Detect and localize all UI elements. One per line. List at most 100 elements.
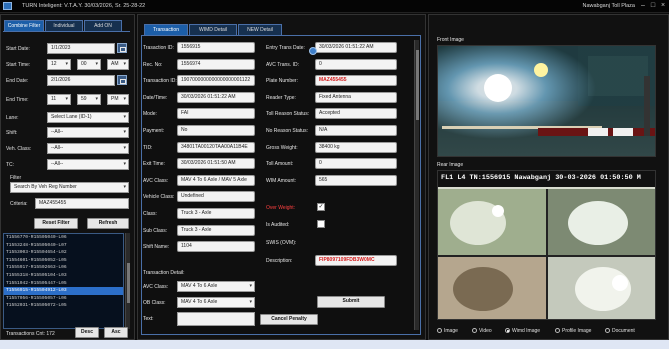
ob-class-select[interactable]: MAV 4 To 6 Axle ▾ xyxy=(177,297,255,308)
start-date-calendar-icon[interactable] xyxy=(117,43,127,53)
radio-dot-icon xyxy=(437,328,442,334)
ob-class-value: MAV 4 To 6 Axle xyxy=(181,299,218,305)
chevron-down-icon: ▾ xyxy=(65,96,68,102)
list-item-selected[interactable]: T1556915-R15504912-L03 xyxy=(4,287,123,295)
transaction-list[interactable]: T1556770-R15505040-L06 T1553248-R1550504… xyxy=(3,233,124,329)
detail-label: AVC Class: xyxy=(143,177,169,184)
tab-wimd-detail[interactable]: WIMD Detail xyxy=(189,24,237,35)
radio-dot-icon xyxy=(472,328,477,334)
detail-value: 0 xyxy=(315,158,397,170)
transaction-detail-label: Transaction Detail: xyxy=(143,270,185,276)
asc-button[interactable]: Asc xyxy=(104,327,128,338)
view-video-radio[interactable]: Video xyxy=(472,328,492,334)
list-item[interactable]: T1555318-R15505104-L03 xyxy=(4,272,123,280)
criteria-input[interactable]: MAZ455455 xyxy=(35,198,129,209)
over-weight-checkbox[interactable]: ✓ xyxy=(317,203,325,211)
info-icon[interactable] xyxy=(309,47,317,55)
start-date-label: Start Date: xyxy=(6,46,30,52)
desc-button[interactable]: Desc xyxy=(75,327,99,338)
list-item[interactable]: T1553003-R15504654-L02 xyxy=(4,249,123,257)
detail-value: Undefined xyxy=(177,191,255,203)
scrollbar-thumb[interactable] xyxy=(416,50,419,120)
view-document-radio[interactable]: Document xyxy=(605,328,635,334)
list-item[interactable]: T1557056-R15505057-L06 xyxy=(4,295,123,303)
shift-label: Shift: xyxy=(6,130,18,136)
start-date-field[interactable]: 1/1/2023 xyxy=(47,43,115,54)
view-wimd-image-radio[interactable]: Wimd Image xyxy=(505,328,540,334)
detail-label: Plate Number: xyxy=(266,78,298,85)
end-ampm-select[interactable]: PM ▾ xyxy=(107,94,129,105)
start-ampm-select[interactable]: AM ▾ xyxy=(107,59,129,70)
chevron-down-icon: ▾ xyxy=(249,299,252,305)
chevron-down-icon: ▾ xyxy=(249,283,252,289)
end-date-calendar-icon[interactable] xyxy=(117,75,127,85)
rear-image-svg xyxy=(438,171,655,319)
minimize-icon[interactable]: – xyxy=(639,2,647,10)
shift-select[interactable]: --All-- ▾ xyxy=(47,127,129,138)
maximize-icon[interactable]: □ xyxy=(649,2,657,10)
list-item[interactable]: T1551042-R15505447-L05 xyxy=(4,280,123,288)
view-profile-image-radio[interactable]: Profile Image xyxy=(555,328,591,334)
chevron-down-icon: ▾ xyxy=(123,184,126,190)
list-item[interactable]: T1553248-R15505040-L07 xyxy=(4,242,123,250)
end-ampm-value: PM xyxy=(111,96,119,102)
list-item[interactable]: T1555917-R15502663-L06 xyxy=(4,264,123,272)
remarks-input[interactable] xyxy=(177,312,255,326)
list-item[interactable]: T1556770-R15505040-L06 xyxy=(4,234,123,242)
chevron-down-icon: ▾ xyxy=(123,161,126,167)
description-field[interactable]: FIP8097109FDB3W0MC xyxy=(315,255,397,266)
vehicle-class-value: --All-- xyxy=(51,145,64,151)
refresh-button[interactable]: Refresh xyxy=(87,218,129,229)
filter-select[interactable]: Search By Veh Reg Number ▾ xyxy=(10,182,129,193)
list-scrollbar[interactable] xyxy=(125,233,130,329)
tab-combine-filter[interactable]: Combine Filter xyxy=(4,20,44,31)
tc-select[interactable]: --All-- ▾ xyxy=(47,159,129,170)
tab-transaction[interactable]: Transaction xyxy=(144,24,188,35)
end-date-field[interactable]: 2/1/2026 xyxy=(47,75,115,86)
end-hour-select[interactable]: 11 ▾ xyxy=(47,94,71,105)
detail-label: WIM Amount: xyxy=(266,177,297,184)
rear-camera-image[interactable]: FL1 L4 TN:1556915 Nawabganj 30-03-2026 0… xyxy=(437,170,656,320)
is-audited-label: Is Audited: xyxy=(266,222,290,228)
detail-value: MAV 4 To 6 Axle / MAV 5 Axle xyxy=(177,174,255,186)
vehicle-class-select[interactable]: --All-- ▾ xyxy=(47,143,129,154)
plate-number-value: MAZ455455 xyxy=(315,75,397,87)
radio-dot-selected-icon xyxy=(505,328,510,334)
detail-label: Vehicle Class: xyxy=(143,194,175,201)
radio-dot-icon xyxy=(555,328,560,334)
detail-label: Toll Reason Status: xyxy=(266,111,310,118)
cancel-penalty-button[interactable]: Cancel Penalty xyxy=(260,314,318,325)
lane-value: Select Lane (ID-1) xyxy=(51,114,92,120)
chevron-down-icon: ▾ xyxy=(123,114,126,120)
tab-divider xyxy=(3,31,130,32)
list-item[interactable]: T1552031-R15505072-L05 xyxy=(4,302,123,310)
end-minute-value: 59 xyxy=(81,96,87,102)
tab-new-detail[interactable]: NEW Detail xyxy=(238,24,282,35)
detail-scrollbar[interactable] xyxy=(414,40,419,330)
detail-value: Truck 3 - Axle xyxy=(177,208,255,219)
reset-filter-button[interactable]: Reset Filter xyxy=(34,218,78,229)
detail-value: 1104 xyxy=(177,241,255,253)
detail-label: Payment: xyxy=(143,128,165,134)
over-weight-label: Over Weight: xyxy=(266,205,296,211)
view-document-label: Document xyxy=(612,328,635,334)
scrollbar-thumb[interactable] xyxy=(127,263,130,303)
submit-button[interactable]: Submit xyxy=(317,296,385,308)
front-camera-image[interactable] xyxy=(437,45,656,157)
start-hour-select[interactable]: 12 ▾ xyxy=(47,59,71,70)
tab-individual[interactable]: Individual xyxy=(45,20,83,31)
lane-select[interactable]: Select Lane (ID-1) ▾ xyxy=(47,112,129,123)
list-item[interactable]: T1554601-R15505052-L05 xyxy=(4,257,123,265)
app-logo-icon xyxy=(3,2,12,10)
avc-class-label: AVC Class: xyxy=(143,284,169,290)
start-minute-select[interactable]: 00 ▾ xyxy=(77,59,101,70)
tc-label: TC: xyxy=(6,162,15,168)
end-minute-select[interactable]: 59 ▾ xyxy=(77,94,101,105)
tab-add-on[interactable]: Add ON xyxy=(84,20,122,31)
detail-value: 565 xyxy=(315,174,397,186)
avc-class-select[interactable]: MAV 4 To 6 Axle ▾ xyxy=(177,281,255,292)
view-image-radio[interactable]: Image xyxy=(437,328,458,334)
detail-label: Entry Trans Date: xyxy=(266,45,305,51)
is-audited-checkbox[interactable] xyxy=(317,220,325,228)
close-icon[interactable]: × xyxy=(659,2,667,10)
